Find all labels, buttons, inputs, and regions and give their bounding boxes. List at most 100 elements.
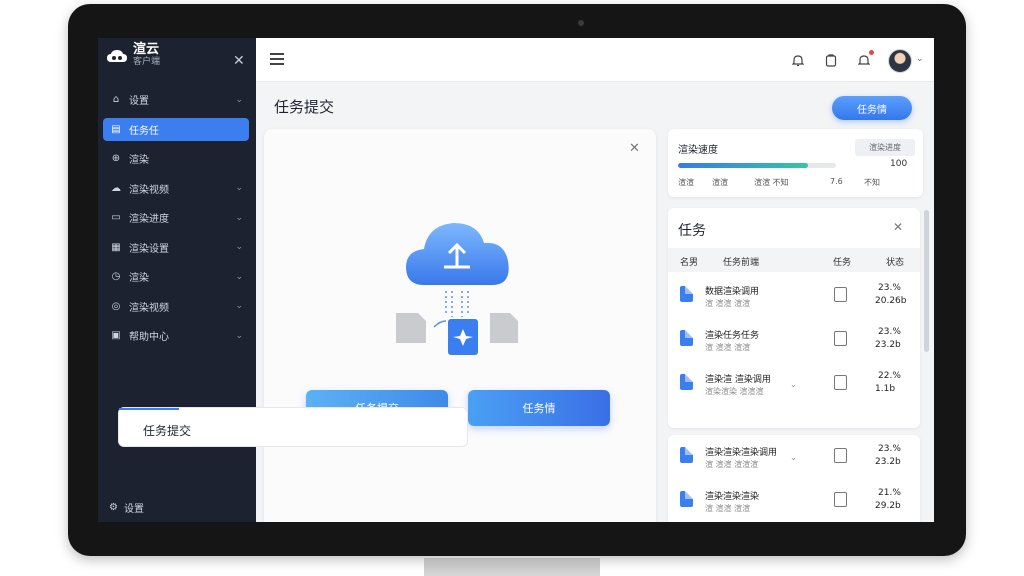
row-percent: 23.% — [878, 283, 901, 293]
sidebar-item-4[interactable]: ▭ 渲染进度 ⌄ — [103, 206, 249, 229]
chevron-down-icon[interactable]: ⌄ — [790, 453, 797, 462]
sidebar-item-label: 任务任 — [129, 125, 159, 137]
document-icon[interactable] — [834, 331, 847, 346]
grid-icon: ▦ — [111, 241, 121, 253]
column-header[interactable]: 名男 — [680, 255, 698, 268]
row-name: 渲染渲染渲染 — [705, 492, 760, 502]
chevron-down-icon: ⌄ — [235, 242, 243, 252]
sidebar-footer-label: 设置 — [123, 504, 144, 515]
camera-dot — [578, 20, 584, 26]
row-sub: 渲染渲染 渲渲渲 — [705, 387, 764, 396]
column-header[interactable]: 状态 — [886, 255, 904, 268]
chevron-down-icon: ⌄ — [235, 330, 243, 341]
row-percent: 22.% — [878, 371, 901, 381]
document-icon[interactable] — [834, 287, 847, 302]
file-icon — [680, 491, 693, 507]
chevron-down-icon: ⌄ — [235, 301, 243, 311]
sidebar-settings[interactable]: ⚙ 设置 — [109, 500, 144, 515]
close-icon[interactable]: ✕ — [233, 53, 245, 69]
row-sub: 渲 渲渲 渲渲 — [705, 504, 751, 513]
row-name: 渲染渲 渲染调用 — [705, 375, 771, 385]
sidebar-item-label: 帮助中心 — [129, 332, 169, 343]
upload-panel: ✕ 任务情 — [264, 129, 656, 522]
task-list-card-2: 渲染渲染渲染调用 渲 渲渲 渲渲渲 ⌄ 23.% 23.2b 渲染渲染渲染 渲 … — [668, 435, 920, 522]
app-name: 渲云 — [133, 42, 160, 57]
row-size: 23.2b — [875, 457, 901, 467]
table-row[interactable]: 渲染渲染渲染调用 渲 渲渲 渲渲渲 ⌄ 23.% 23.2b — [668, 435, 920, 479]
column-header[interactable]: 任务前端 — [723, 255, 759, 268]
sidebar-item-7[interactable]: ◎ 渲染视频 ⌄ — [103, 295, 249, 318]
document-icon[interactable] — [834, 375, 847, 390]
sidebar-item-2[interactable]: ⊕ 渲染 — [103, 147, 249, 170]
progress-fill — [678, 163, 808, 168]
chevron-down-icon: ⌄ — [235, 271, 243, 282]
file-icon — [680, 286, 693, 302]
table-row[interactable]: 渲染渲 渲染调用 渲染渲染 渲渲渲 ⌄ 22.% 1.1b — [668, 362, 920, 406]
column-header[interactable]: 任务 — [833, 255, 851, 268]
file-icon — [680, 374, 693, 390]
sidebar: 渲云 客户端 ✕ ⌂ 设置 ⌄ ▤ 任务任 ⊕ 渲染 ☁ 渲染视频 ⌄ ▭ 渲染… — [98, 38, 256, 522]
table-row[interactable]: 渲染任务任务 渲 渲渲 渲渲 23.% 23.2b — [668, 318, 920, 362]
progress-max: 100 — [890, 159, 908, 169]
close-icon[interactable]: ✕ — [893, 220, 903, 234]
sidebar-item-label: 渲染进度 — [129, 214, 169, 225]
clipboard-icon[interactable] — [823, 52, 839, 68]
submit-subcard[interactable]: 任务提交 — [118, 407, 468, 447]
progress-label: 渲渲 — [678, 178, 694, 187]
document-icon[interactable] — [834, 448, 847, 463]
sidebar-item-3[interactable]: ☁ 渲染视频 ⌄ — [103, 177, 249, 200]
table-row[interactable]: 数据渲染调用 渲 渲渲 渲渲 23.% 20.26b — [668, 274, 920, 318]
task-table-header: 名男 任务前端 任务 状态 — [668, 248, 920, 272]
brand[interactable]: 渲云 客户端 — [106, 42, 161, 68]
row-size: 1.1b — [875, 384, 896, 394]
sidebar-item-8[interactable]: ▣ 帮助中心 ⌄ — [103, 324, 249, 347]
cloud-logo-icon — [106, 48, 128, 64]
sidebar-item-label: 渲染 — [129, 273, 149, 284]
sidebar-item-5[interactable]: ▦ 渲染设置 ⌄ — [103, 236, 249, 259]
task-detail-button[interactable]: 任务情 — [832, 96, 912, 120]
document-icon[interactable] — [834, 492, 847, 507]
notification-icon[interactable] — [856, 50, 874, 68]
task-list-card: 任务 ✕ 名男 任务前端 任务 状态 数据渲染调用 渲 渲渲 渲渲 23.% 2… — [668, 208, 920, 428]
sidebar-item-0[interactable]: ⌂ 设置 ⌄ — [103, 88, 249, 111]
app-screen: 渲云 客户端 ✕ ⌂ 设置 ⌄ ▤ 任务任 ⊕ 渲染 ☁ 渲染视频 ⌄ ▭ 渲染… — [98, 38, 934, 522]
chevron-down-icon[interactable]: ⌄ — [916, 54, 924, 64]
sidebar-item-6[interactable]: ◷ 渲染 ⌄ — [103, 265, 249, 288]
scrollbar[interactable] — [924, 210, 929, 352]
hamburger-icon[interactable] — [270, 53, 284, 65]
task-info-button[interactable]: 任务情 — [468, 390, 610, 426]
home-icon: ⌂ — [112, 94, 120, 105]
row-size: 29.2b — [875, 501, 901, 511]
chart-icon: ◎ — [111, 300, 121, 312]
task-title: 任务 — [678, 223, 706, 239]
bell-icon[interactable] — [790, 52, 806, 68]
close-icon[interactable]: ✕ — [629, 141, 640, 156]
row-sub: 渲 渲渲 渲渲 — [705, 343, 751, 352]
sidebar-item-label: 渲染 — [129, 155, 149, 166]
file-icon — [680, 330, 693, 346]
progress-label: 渲渲 — [712, 178, 728, 187]
row-sub: 渲 渲渲 渲渲 — [705, 299, 751, 308]
cloud-icon: ☁ — [111, 182, 121, 194]
sidebar-item-label: 渲染设置 — [129, 243, 169, 255]
render-progress-card: 渲染速度 渲染进度 100 渲渲 渲渲 渲渲 不知 7.6 不知 — [668, 129, 923, 197]
file-icon — [680, 447, 693, 463]
progress-bar — [678, 163, 836, 168]
doc-icon: ▣ — [111, 330, 121, 341]
progress-tag[interactable]: 渲染进度 — [855, 139, 915, 156]
avatar[interactable] — [888, 49, 912, 73]
sidebar-item-label: 渲染视频 — [129, 302, 169, 314]
task-icon: ▤ — [111, 123, 121, 135]
sidebar-item-1[interactable]: ▤ 任务任 — [103, 117, 249, 141]
app-subtitle: 客户端 — [133, 57, 161, 67]
row-name: 数据渲染调用 — [705, 287, 760, 297]
subcard-accent — [119, 408, 179, 410]
row-size: 23.2b — [875, 340, 901, 350]
page-title: 任务提交 — [274, 98, 335, 116]
progress-label: 不知 — [864, 178, 880, 187]
sidebar-item-label: 设置 — [129, 96, 149, 107]
table-row[interactable]: 渲染渲染渲染 渲 渲渲 渲渲 21.% 29.2b — [668, 479, 920, 522]
chevron-down-icon[interactable]: ⌄ — [790, 380, 797, 389]
row-sub: 渲 渲渲 渲渲渲 — [705, 460, 759, 469]
row-percent: 23.% — [878, 327, 901, 337]
